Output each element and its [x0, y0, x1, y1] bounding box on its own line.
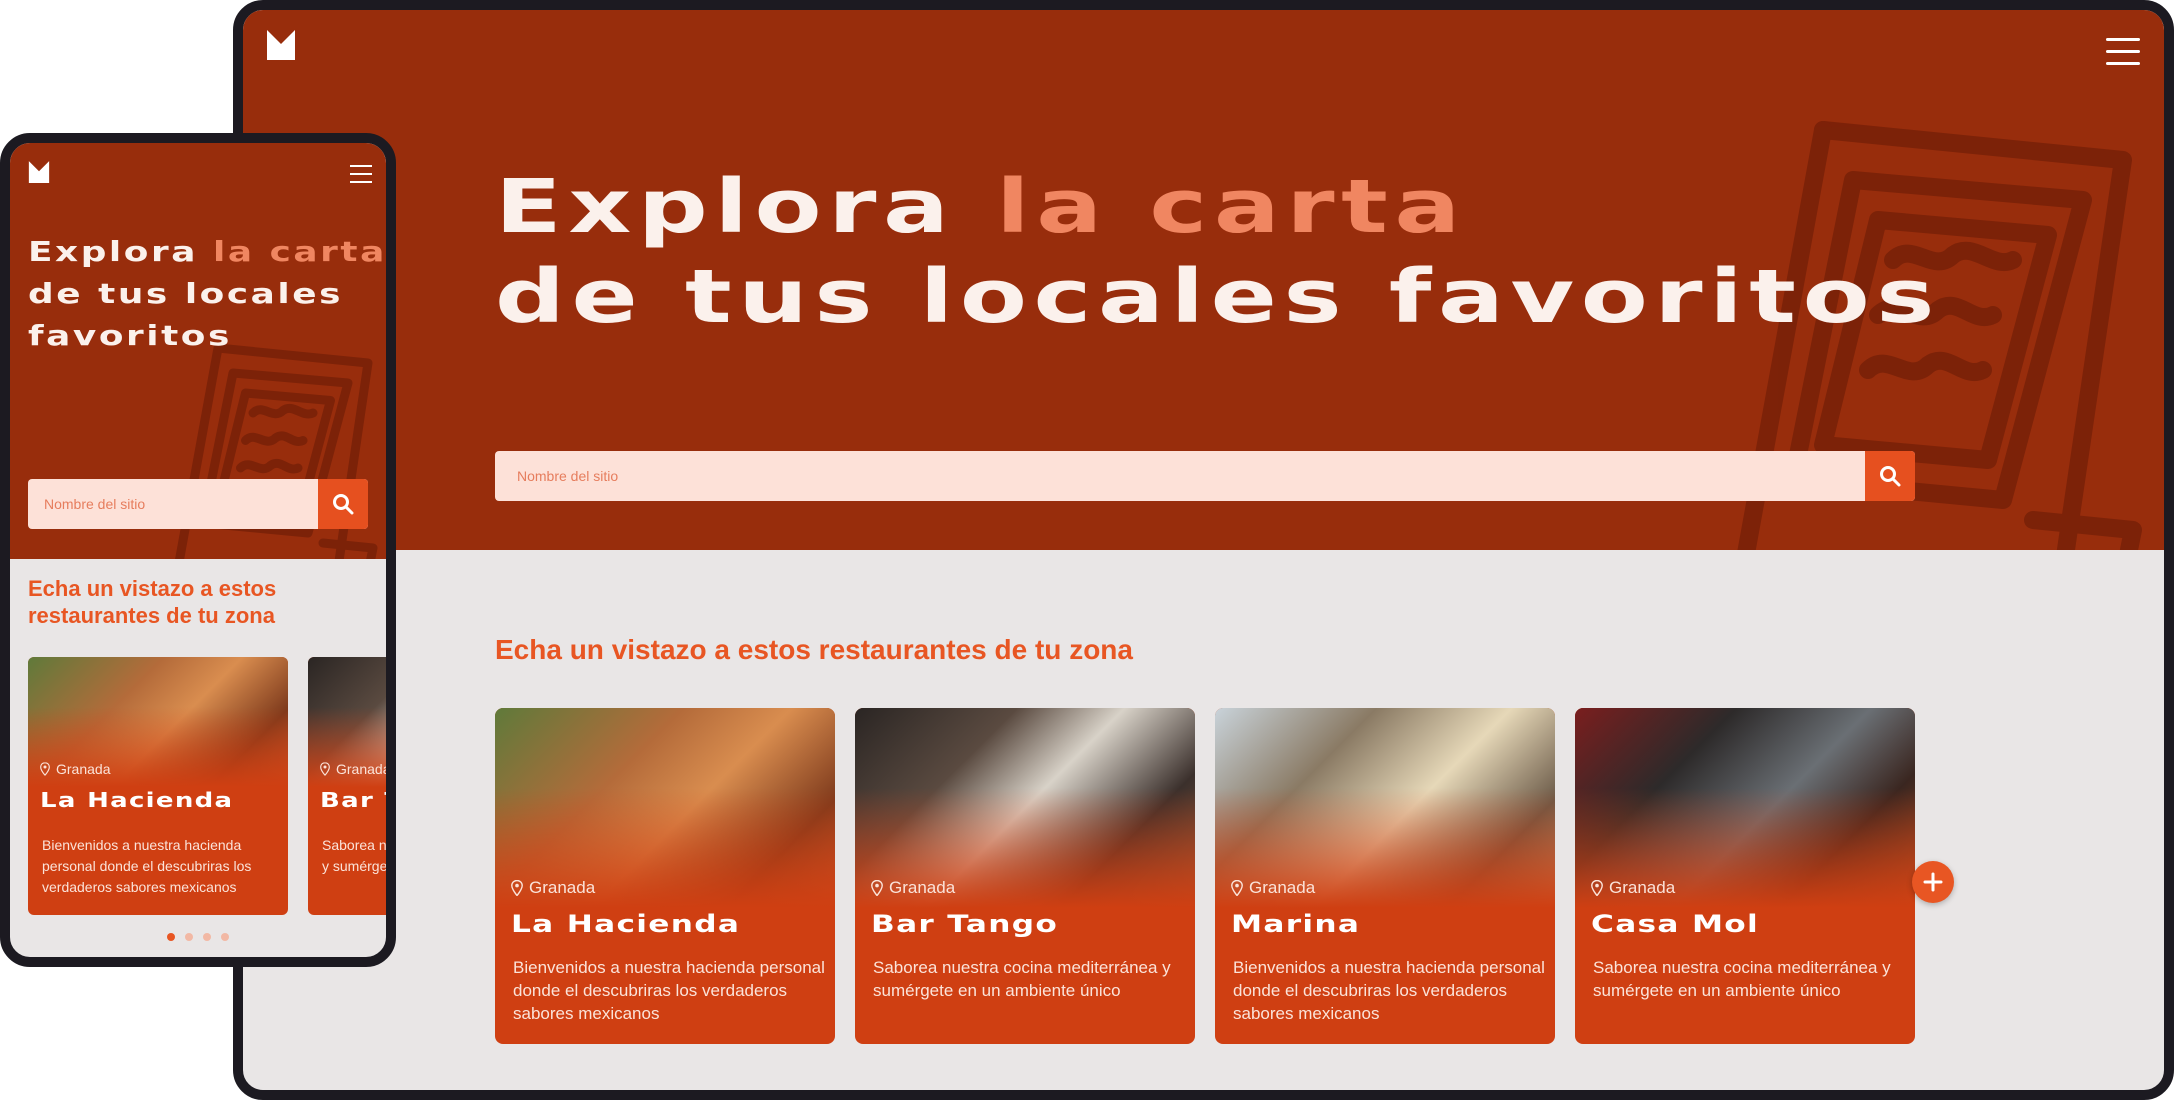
restaurant-card[interactable]: Granada Bar Tango Saborea nuestra cocina… — [855, 708, 1195, 1044]
restaurant-description: Saborea nuestra cocina mediterránea y su… — [873, 958, 1171, 1000]
restaurant-location: Granada — [40, 761, 110, 777]
hero-title-line2: de tus locales — [28, 277, 343, 310]
restaurant-card-list: Granada La Hacienda Bienvenidos a nuestr… — [495, 708, 1915, 1044]
restaurant-card[interactable]: Granada La Hacienda Bienvenidos a nuestr… — [495, 708, 835, 1044]
restaurant-location: Granada — [511, 878, 595, 898]
restaurant-name: La Hacienda — [511, 910, 741, 938]
mobile-hero-section: Explora la carta de tus locales favorito… — [10, 143, 386, 559]
search-button[interactable] — [318, 479, 368, 529]
search-input[interactable] — [495, 451, 1865, 501]
restaurant-name: Casa Mol — [1591, 910, 1760, 938]
restaurant-name: Bar Tango — [320, 788, 386, 812]
location-pin-icon — [871, 880, 883, 896]
mobile-hero-title: Explora la carta de tus locales favorito… — [28, 231, 386, 357]
restaurant-description: Saborea nuestra cocina mediterránea y su… — [1593, 958, 1891, 1000]
hamburger-menu-icon[interactable] — [2106, 38, 2140, 68]
desktop-frame: Explora la carta de tus locales favorito… — [233, 0, 2174, 1100]
mobile-restaurant-carousel[interactable]: Granada La Hacienda Bienvenidos a nuestr… — [28, 657, 396, 915]
location-pin-icon — [1591, 880, 1603, 896]
restaurant-description: Saborea nuestra cocina mediterránea y su… — [322, 837, 396, 874]
restaurant-card[interactable]: Granada Marina Bienvenidos a nuestra hac… — [1215, 708, 1555, 1044]
location-pin-icon — [1231, 880, 1243, 896]
logo-icon[interactable] — [267, 30, 295, 60]
hamburger-menu-icon[interactable] — [350, 165, 372, 185]
search-input[interactable] — [28, 479, 318, 529]
search-icon — [331, 492, 355, 516]
hero-title: Explora la carta de tus locales favorito… — [495, 162, 1941, 342]
carousel-dot[interactable] — [203, 933, 211, 941]
carousel-dot[interactable] — [167, 933, 175, 941]
restaurant-location: Granada — [320, 761, 391, 777]
carousel-dot[interactable] — [185, 933, 193, 941]
search-button[interactable] — [1865, 451, 1915, 501]
hero-title-line2: de tus locales favoritos — [495, 254, 1942, 340]
hero-title-accent: la carta — [213, 235, 386, 268]
add-button[interactable] — [1912, 861, 1954, 903]
hero-section: Explora la carta de tus locales favorito… — [243, 10, 2164, 550]
restaurant-card[interactable]: Granada Bar Tango Saborea nuestra cocina… — [308, 657, 396, 915]
location-pin-icon — [320, 762, 330, 776]
restaurant-location-label: Granada — [889, 878, 956, 897]
logo-icon[interactable] — [28, 161, 50, 183]
restaurant-location-label: Granada — [1249, 878, 1316, 897]
restaurant-location: Granada — [1231, 878, 1315, 898]
hero-title-line3: favoritos — [28, 319, 232, 352]
restaurant-description: Bienvenidos a nuestra hacienda personal … — [42, 837, 252, 895]
restaurant-location-label: Granada — [56, 761, 111, 777]
hero-title-accent: la carta — [996, 164, 1467, 250]
mobile-search-bar — [28, 479, 368, 529]
restaurant-description: Bienvenidos a nuestra hacienda personal … — [513, 958, 825, 1023]
search-icon — [1878, 464, 1902, 488]
location-pin-icon — [40, 762, 50, 776]
plus-icon — [1923, 872, 1943, 892]
restaurant-card[interactable]: Granada Casa Mol Saborea nuestra cocina … — [1575, 708, 1915, 1044]
hero-title-part1: Explora — [495, 164, 956, 250]
search-bar — [495, 451, 1915, 501]
mobile-frame: Explora la carta de tus locales favorito… — [0, 133, 396, 967]
restaurant-name: Bar Tango — [871, 910, 1059, 938]
restaurant-location-label: Granada — [336, 761, 391, 777]
restaurant-name: Marina — [1231, 910, 1361, 938]
restaurant-name: La Hacienda — [40, 788, 234, 812]
carousel-pagination — [10, 933, 386, 941]
restaurant-description: Bienvenidos a nuestra hacienda personal … — [1233, 958, 1545, 1023]
location-pin-icon — [511, 880, 523, 896]
mobile-section-title: Echa un vistazo a estos restaurantes de … — [28, 576, 277, 628]
section-title: Echa un vistazo a estos restaurantes de … — [495, 634, 1133, 665]
restaurant-location-label: Granada — [529, 878, 596, 897]
restaurant-location: Granada — [1591, 878, 1675, 898]
hero-title-part1: Explora — [28, 235, 198, 268]
restaurant-location: Granada — [871, 878, 955, 898]
restaurant-card[interactable]: Granada La Hacienda Bienvenidos a nuestr… — [28, 657, 288, 915]
carousel-dot[interactable] — [221, 933, 229, 941]
restaurant-location-label: Granada — [1609, 878, 1676, 897]
